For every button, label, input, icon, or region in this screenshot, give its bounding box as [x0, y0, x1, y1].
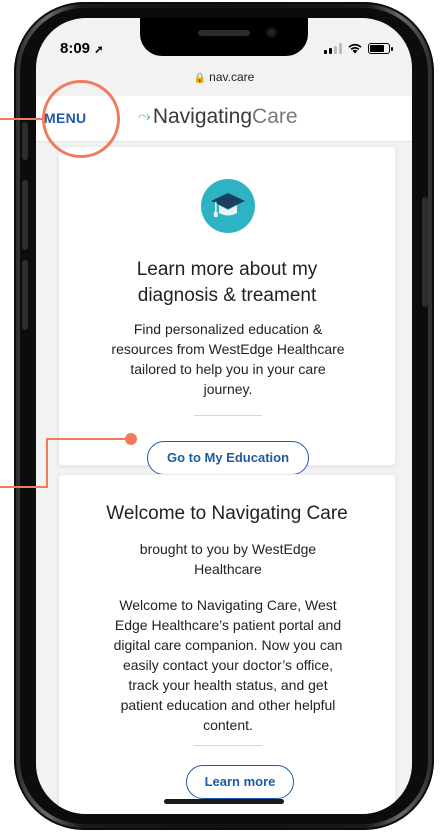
welcome-subtitle: brought to you by WestEdge Healthcare	[139, 541, 317, 577]
education-description: Find personalized education & resources …	[111, 321, 345, 397]
battery-icon	[368, 42, 393, 54]
front-camera	[266, 27, 277, 38]
welcome-card: Welcome to Navigating Care brought to yo…	[58, 474, 396, 814]
signal-icon	[324, 42, 342, 54]
learn-more-button[interactable]: Learn more	[186, 765, 294, 799]
volume-down-button	[22, 260, 28, 330]
callout-line-education	[46, 438, 48, 488]
graduation-cap-icon	[201, 179, 255, 233]
divider	[194, 745, 262, 746]
go-to-education-button[interactable]: Go to My Education	[147, 441, 309, 475]
callout-line-education	[46, 438, 128, 440]
speaker-grille	[198, 30, 250, 36]
status-time: 8:09 ➚	[60, 40, 104, 57]
home-indicator	[164, 799, 284, 804]
divider	[194, 415, 262, 416]
welcome-title: Welcome to Navigating Care	[106, 503, 348, 524]
education-title: Learn more about my diagnosis & treament	[136, 259, 318, 306]
status-icons	[324, 42, 393, 54]
callout-line-education	[0, 486, 48, 488]
power-button	[422, 197, 428, 307]
education-card: Learn more about my diagnosis & treament…	[58, 146, 396, 475]
phone-notch	[140, 18, 308, 56]
callout-dot-education	[125, 433, 137, 445]
brand-logo[interactable]: ⤳ Navigating Care	[138, 105, 298, 129]
callout-circle-menu	[42, 80, 120, 158]
lock-icon: 🔒	[193, 73, 207, 84]
volume-up-button	[22, 180, 28, 250]
silent-switch	[22, 122, 28, 160]
callout-line-menu	[0, 118, 44, 120]
brand-mark-icon: ⤳	[138, 108, 151, 125]
url-text: nav.care	[209, 70, 255, 84]
wifi-icon	[348, 43, 362, 54]
welcome-description: Welcome to Navigating Care, West Edge He…	[113, 597, 343, 733]
location-arrow-icon: ➚	[94, 44, 104, 56]
